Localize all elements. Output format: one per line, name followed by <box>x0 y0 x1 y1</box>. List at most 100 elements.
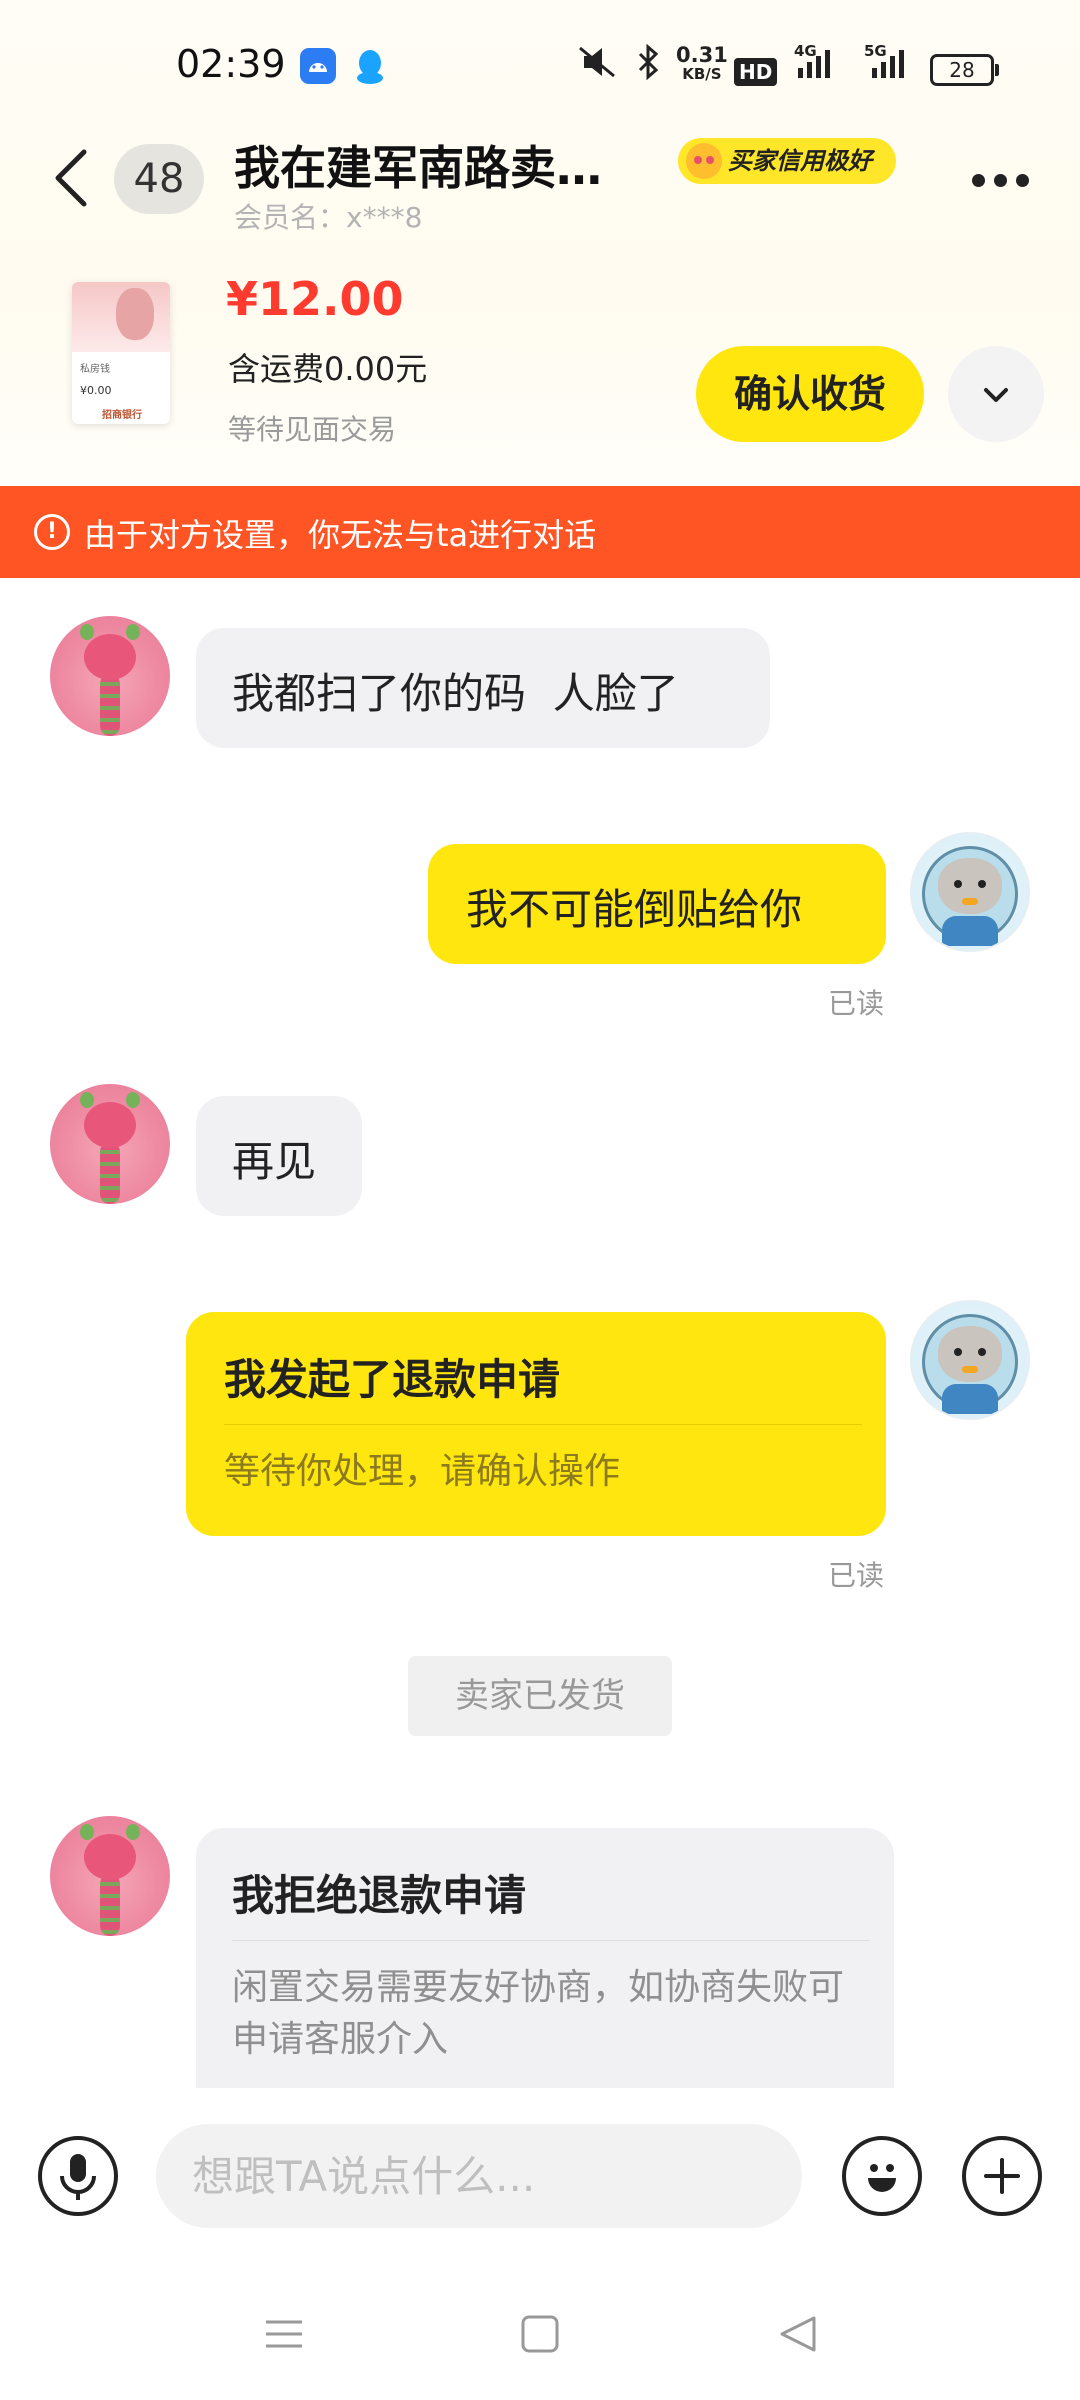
card-title: 我拒绝退款申请 <box>232 1871 527 1920</box>
system-message: 卖家已发货 <box>408 1656 672 1736</box>
product-thumbnail[interactable]: 私房钱 ¥0.00 招商银行 <box>72 282 170 424</box>
credit-badge[interactable]: 买家信用极好 <box>678 138 896 184</box>
square-icon <box>521 2315 559 2353</box>
more-dot-icon <box>994 174 1007 187</box>
read-receipt: 已读 <box>828 1559 885 1592</box>
nav-back-button[interactable] <box>776 2312 820 2360</box>
my-avatar[interactable] <box>910 832 1030 952</box>
net-speed: 0.31 KB/S <box>676 43 728 84</box>
message-text: 我不可能倒贴给你 <box>466 885 803 934</box>
qq-icon <box>352 48 388 84</box>
thumb-amount: ¥0.00 <box>80 384 112 397</box>
warning-text: 由于对方设置，你无法与ta进行对话 <box>84 516 597 554</box>
triangle-back-icon <box>780 2316 816 2352</box>
dragon-horn <box>126 1824 140 1840</box>
cat-face <box>938 1326 1002 1382</box>
signal-5g-icon: 5G <box>864 42 916 90</box>
my-avatar[interactable] <box>910 1300 1030 1420</box>
thumb-label: 私房钱 <box>80 364 110 375</box>
android-app-icon <box>300 48 336 84</box>
status-bar: 02:39 0.31 KB/S HD 4G 5G 28 <box>0 0 1080 130</box>
message-bubble-incoming[interactable]: 我都扫了你的码 人脸了 <box>196 628 770 748</box>
dragon-horn <box>80 624 94 640</box>
dragon-horn <box>126 1092 140 1108</box>
network-5g-label: 5G <box>864 42 887 60</box>
confirm-receipt-button[interactable]: 确认收货 <box>696 346 924 442</box>
nav-menu-button[interactable] <box>262 2312 306 2360</box>
smiley-icon <box>868 2164 896 2192</box>
message-input[interactable] <box>156 2124 802 2228</box>
net-speed-unit: KB/S <box>682 65 722 83</box>
signal-4g-icon: 4G <box>794 42 842 90</box>
mute-icon <box>576 44 618 88</box>
card-divider <box>224 1424 862 1425</box>
hd-icon: HD <box>734 52 778 87</box>
nav-home-button[interactable] <box>518 2312 562 2360</box>
alert-icon: ! <box>34 514 70 550</box>
cat-eye <box>978 880 986 888</box>
plus-icon <box>984 2158 1020 2194</box>
hd-label: HD <box>734 58 778 86</box>
card-divider <box>232 1940 870 1941</box>
dragon-neck <box>100 1142 120 1204</box>
seller-avatar[interactable] <box>50 1084 170 1204</box>
voice-button[interactable] <box>38 2136 118 2216</box>
dragon-horn <box>80 1824 94 1840</box>
dragon-head <box>84 634 136 680</box>
warning-banner: ! 由于对方设置，你无法与ta进行对话 <box>0 486 1080 578</box>
shipping-fee: 含运费0.00元 <box>228 350 428 388</box>
dragon-horn <box>126 624 140 640</box>
back-button[interactable] <box>48 146 94 210</box>
unread-count-badge[interactable]: 48 <box>114 144 204 214</box>
chevron-left-icon <box>55 149 87 207</box>
dragon-horn <box>80 1092 94 1108</box>
status-time: 02:39 <box>176 42 286 86</box>
battery-icon: 28 <box>930 54 999 86</box>
cat-mouth <box>962 1366 978 1373</box>
heart-eyes-icon <box>686 143 722 179</box>
bluetooth-icon <box>636 43 662 88</box>
read-receipt: 已读 <box>828 987 885 1020</box>
battery-level: 28 <box>949 58 975 82</box>
emoji-button[interactable] <box>842 2136 922 2216</box>
dragon-head <box>84 1834 136 1880</box>
cat-face <box>938 858 1002 914</box>
cat-body <box>942 916 998 946</box>
seller-avatar[interactable] <box>50 1816 170 1936</box>
dragon-head <box>84 1102 136 1148</box>
card-title: 我发起了退款申请 <box>224 1355 561 1404</box>
more-button[interactable] <box>972 172 1029 191</box>
message-text: 再见 <box>232 1137 317 1186</box>
member-name: 会员名：x***8 <box>234 201 423 234</box>
refund-rejected-card[interactable]: 我拒绝退款申请 闲置交易需要友好协商，如协商失败可申请客服介入 <box>196 1828 894 2108</box>
portrait-image <box>116 288 154 340</box>
add-button[interactable] <box>962 2136 1042 2216</box>
microphone-icon <box>60 2154 96 2200</box>
cat-eye <box>978 1348 986 1356</box>
dragon-neck <box>100 1874 120 1936</box>
more-dot-icon <box>1016 174 1029 187</box>
network-4g-label: 4G <box>794 42 817 60</box>
seller-avatar[interactable] <box>50 616 170 736</box>
cat-eye <box>954 880 962 888</box>
message-text: 我都扫了你的码 人脸了 <box>232 669 679 718</box>
message-bubble-outgoing[interactable]: 我不可能倒贴给你 <box>428 844 886 964</box>
thumb-bank: 招商银行 <box>102 410 142 421</box>
refund-request-card[interactable]: 我发起了退款申请 等待你处理，请确认操作 <box>186 1312 886 1536</box>
credit-badge-label: 买家信用极好 <box>728 147 872 175</box>
cat-body <box>942 1384 998 1414</box>
card-subtitle: 闲置交易需要友好协商，如协商失败可申请客服介入 <box>232 1967 845 2060</box>
chat-title[interactable]: 我在建军南路卖… <box>234 132 654 198</box>
more-dot-icon <box>972 174 985 187</box>
order-status: 等待见面交易 <box>228 413 397 446</box>
expand-button[interactable] <box>948 346 1044 442</box>
message-bubble-incoming[interactable]: 再见 <box>196 1096 362 1216</box>
dragon-neck <box>100 674 120 736</box>
net-speed-value: 0.31 <box>676 43 728 67</box>
menu-icon <box>266 2320 302 2348</box>
card-subtitle: 等待你处理，请确认操作 <box>224 1451 621 1492</box>
cat-mouth <box>962 898 978 905</box>
cat-eye <box>954 1348 962 1356</box>
chevron-down-icon <box>984 388 1008 402</box>
product-price: ¥12.00 <box>226 272 404 326</box>
